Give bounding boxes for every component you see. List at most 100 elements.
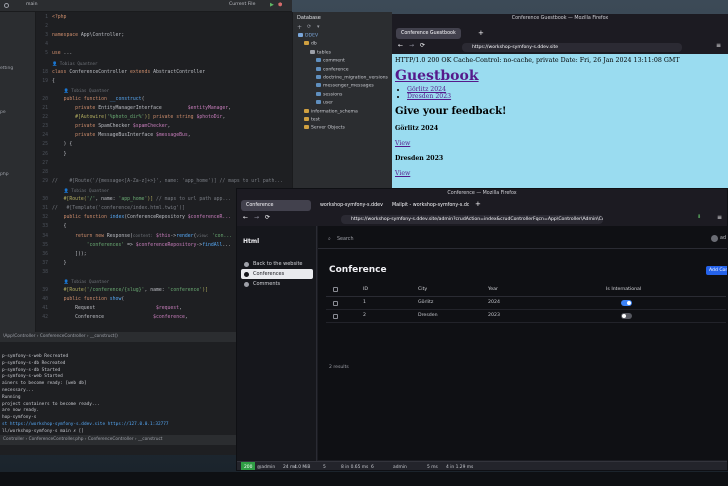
branch-icon[interactable] — [4, 3, 9, 8]
admin-url-bar[interactable]: https://workshop-symfony-s.ddev.site/adm… — [341, 215, 603, 224]
code-line[interactable]: 18 class ConferenceController extends Abs… — [37, 69, 292, 76]
line-number: 20 — [42, 96, 48, 102]
code-line[interactable]: 👤 Tobias Quantner — [37, 87, 292, 94]
new-tab-icon[interactable]: + — [475, 200, 481, 208]
db-tree-item[interactable]: Server Objects — [304, 125, 345, 131]
column-header[interactable]: Year — [488, 287, 498, 292]
code-line[interactable]: 24 private MessageBusInterface $messageB… — [37, 132, 292, 139]
profiler-item[interactable]: 5 — [323, 462, 326, 470]
db-tree-item[interactable]: information_schema — [304, 108, 358, 114]
run-config[interactable]: Current File — [229, 2, 255, 7]
admin-tab[interactable]: Conference — [241, 200, 311, 211]
admin-brand[interactable]: Html — [243, 238, 259, 245]
extension-icon[interactable]: ⬇ — [697, 214, 701, 220]
profiler-item[interactable]: 5 ms — [427, 462, 438, 470]
db-tree-item[interactable]: db — [304, 41, 317, 47]
column-header[interactable]: City — [418, 287, 427, 292]
code-text: 👤 Tobias Quantner — [52, 60, 98, 66]
code-line[interactable]: 25 ) { — [37, 141, 292, 148]
refresh-icon[interactable]: ⟳ — [307, 24, 311, 30]
select-all-checkbox[interactable] — [333, 287, 338, 292]
code-text: class ConferenceController extends Abstr… — [52, 69, 206, 75]
profiler-item[interactable]: 4.0 MiB — [294, 462, 310, 470]
forward-icon[interactable]: → — [254, 214, 259, 221]
sidebar-item[interactable]: Comments — [241, 279, 313, 289]
reload-icon[interactable]: ⟳ — [420, 42, 425, 49]
new-tab-icon[interactable]: + — [478, 29, 484, 37]
guestbook-page: HTTP/1.0 200 OK Cache-Control: no-cache,… — [392, 54, 728, 190]
reload-icon[interactable]: ⟳ — [265, 214, 270, 221]
debug-icon[interactable]: ⬢ — [278, 2, 282, 8]
code-line[interactable]: 21 private EntityManagerInterface $entit… — [37, 105, 292, 112]
db-tree-item[interactable]: doctrine_migration_versions — [316, 75, 388, 81]
db-tree-label: test — [311, 117, 320, 123]
db-tree-item[interactable]: messenger_messages — [316, 83, 374, 89]
code-line[interactable]: 27 — [37, 160, 292, 167]
tab-conference-guestbook[interactable]: Conference Guestbook — [396, 28, 461, 39]
guestbook-url-bar[interactable]: https://workshop-symfony-s.ddev.site — [462, 43, 682, 52]
branch-label[interactable]: main — [26, 2, 37, 7]
admin-tab[interactable]: workshop-symfony-s.ddev.site — [315, 200, 383, 211]
column-header[interactable]: Is International — [606, 287, 641, 292]
admin-tab[interactable]: Mailpit - workshop-symfony-s.ddev.site — [387, 200, 469, 211]
project-tree-item[interactable]: etting — [0, 66, 34, 71]
code-line[interactable]: 26 } — [37, 151, 292, 158]
project-tree-item[interactable]: pe — [0, 110, 34, 115]
code-line[interactable]: 28 — [37, 169, 292, 176]
code-line[interactable]: 👤 Tobias Quantner — [37, 60, 292, 67]
db-tree-item[interactable]: user — [316, 100, 333, 106]
sidebar-item[interactable]: Conferences — [241, 269, 313, 279]
sidebar-item[interactable]: Back to the website — [241, 259, 313, 269]
project-tree-item[interactable]: php — [0, 172, 34, 177]
forward-icon[interactable]: → — [409, 42, 414, 49]
db-tree-item[interactable]: DDEV — [298, 33, 318, 39]
db-tree-item[interactable]: conference — [316, 66, 349, 72]
code-text: public function __construct( — [63, 96, 145, 102]
menu-icon[interactable]: ≡ — [717, 214, 722, 221]
back-icon[interactable]: ← — [398, 42, 403, 49]
is-international-toggle[interactable] — [621, 313, 632, 319]
profiler-item[interactable]: 200 — [241, 462, 256, 470]
run-icon[interactable]: ▶ — [270, 2, 274, 8]
code-line[interactable]: 2 — [37, 23, 292, 30]
code-line[interactable]: 29 // #[Route('/{message<[A-Za-z]+>}', na… — [37, 178, 292, 185]
code-line[interactable]: 20 public function __construct( — [37, 96, 292, 103]
code-line[interactable]: 22 #[Autowire('%photo_dir%')] private st… — [37, 114, 292, 121]
code-line[interactable]: 4 — [37, 41, 292, 48]
code-line[interactable]: 1 <?php — [37, 14, 292, 21]
guestbook-heading: Guestbook — [395, 68, 479, 84]
view-link[interactable]: View — [395, 140, 728, 147]
admin-window-title: Conference — Mozilla Firefox — [237, 189, 727, 199]
view-link[interactable]: View — [395, 170, 728, 177]
db-tree-item[interactable]: comment — [316, 58, 345, 64]
code-line[interactable]: 3 namespace App\Controller; — [37, 32, 292, 39]
back-icon[interactable]: ← — [243, 214, 248, 221]
code-line[interactable]: 23 private SpamChecker $spamChecker, — [37, 123, 292, 130]
profiler-item[interactable]: 4 in 1.29 ms — [446, 462, 473, 470]
code-text: private SpamChecker $spamChecker, — [75, 124, 171, 130]
db-tree-item[interactable]: test — [304, 117, 320, 123]
column-header[interactable]: ID — [363, 287, 368, 292]
menu-icon[interactable]: ≡ — [716, 42, 721, 49]
code-line[interactable]: 19 { — [37, 78, 292, 85]
db-tree-item[interactable]: sessions — [316, 91, 342, 97]
profiler-item[interactable]: 8 in 0.65 ms — [341, 462, 368, 470]
cell-city: Görlitz — [418, 300, 434, 305]
profiler-item[interactable]: 6 — [371, 462, 374, 470]
toggle-knob — [627, 301, 631, 305]
conference-link[interactable]: Görlitz 2024 — [407, 86, 446, 93]
table-divider — [326, 296, 726, 297]
add-icon[interactable]: + — [297, 24, 302, 31]
row-checkbox[interactable] — [333, 301, 338, 306]
symfony-profiler-toolbar[interactable]: 200 @admin 24 ms 4.0 MiB 5 8 in 0.65 ms 6 admin… — [237, 461, 727, 470]
is-international-toggle[interactable] — [621, 300, 632, 306]
profiler-item[interactable]: admin — [393, 462, 407, 470]
db-tree-item[interactable]: tables — [310, 49, 331, 55]
code-line[interactable]: 5 use ... — [37, 50, 292, 57]
profiler-item[interactable]: @admin — [257, 462, 275, 470]
code-text: { — [52, 224, 67, 230]
filter-icon[interactable]: ▾ — [317, 24, 320, 30]
conference-link[interactable]: Dresden 2023 — [407, 93, 451, 100]
db-tree-label: db — [311, 41, 317, 47]
row-checkbox[interactable] — [333, 314, 338, 319]
